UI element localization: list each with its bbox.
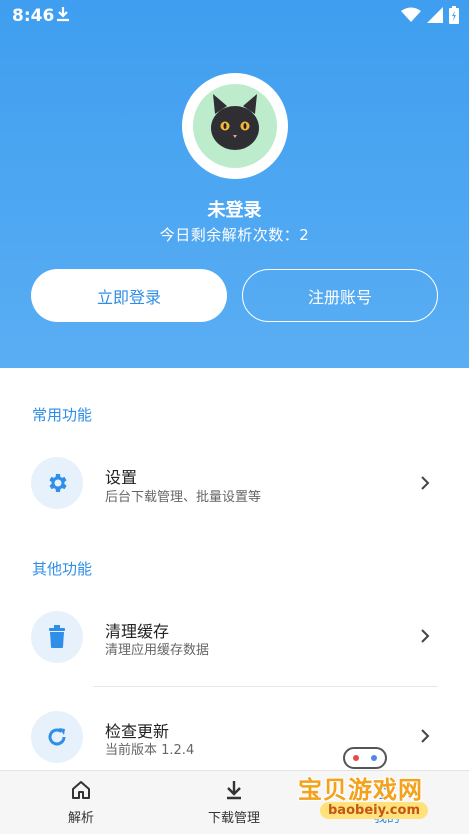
watermark-text: 宝贝游戏网 xyxy=(298,776,423,804)
user-name: 未登录 xyxy=(207,200,262,221)
login-button[interactable]: 立即登录 xyxy=(31,269,227,322)
cat-avatar-icon xyxy=(193,84,277,168)
refresh-icon xyxy=(31,711,83,763)
profile-header: 8:46 未登录 今日剩余解析次数：2 立即登录 注册账号 xyxy=(0,0,469,368)
nav-label-downloads: 下载管理 xyxy=(207,811,260,826)
section-title-common: 常用功能 xyxy=(32,406,93,424)
nav-tab-downloads[interactable]: 下载管理 xyxy=(156,771,312,834)
status-time: 8:46 xyxy=(12,6,55,26)
signal-icon xyxy=(427,7,443,23)
wifi-icon xyxy=(401,7,421,22)
download-icon xyxy=(227,781,241,800)
chevron-right-icon xyxy=(421,476,430,490)
status-icons xyxy=(401,6,459,24)
check-update-subtitle: 当前版本 1.2.4 xyxy=(105,743,195,758)
watermark-logo: 宝贝游戏网 baobeiy.com xyxy=(290,740,465,832)
register-button[interactable]: 注册账号 xyxy=(242,269,438,322)
battery-icon xyxy=(449,6,459,24)
gear-icon xyxy=(31,457,83,509)
nav-label-parse: 解析 xyxy=(67,811,94,826)
parse-quota: 今日剩余解析次数：2 xyxy=(159,226,310,244)
home-icon xyxy=(72,781,90,799)
settings-title: 设置 xyxy=(105,468,138,487)
divider xyxy=(93,686,438,687)
watermark-url: baobeiy.com xyxy=(320,802,428,819)
trash-icon xyxy=(31,611,83,663)
gamepad-icon xyxy=(343,747,387,769)
download-status-icon xyxy=(56,6,70,27)
avatar[interactable] xyxy=(182,73,288,179)
settings-subtitle: 后台下载管理、批量设置等 xyxy=(105,490,262,505)
nav-tab-parse[interactable]: 解析 xyxy=(3,771,159,834)
status-bar: 8:46 xyxy=(0,0,469,32)
settings-item[interactable]: 设置 后台下载管理、批量设置等 xyxy=(0,443,469,523)
clear-cache-subtitle: 清理应用缓存数据 xyxy=(105,643,210,658)
clear-cache-item[interactable]: 清理缓存 清理应用缓存数据 xyxy=(0,597,469,677)
section-title-other: 其他功能 xyxy=(32,560,93,578)
chevron-right-icon xyxy=(421,629,430,643)
